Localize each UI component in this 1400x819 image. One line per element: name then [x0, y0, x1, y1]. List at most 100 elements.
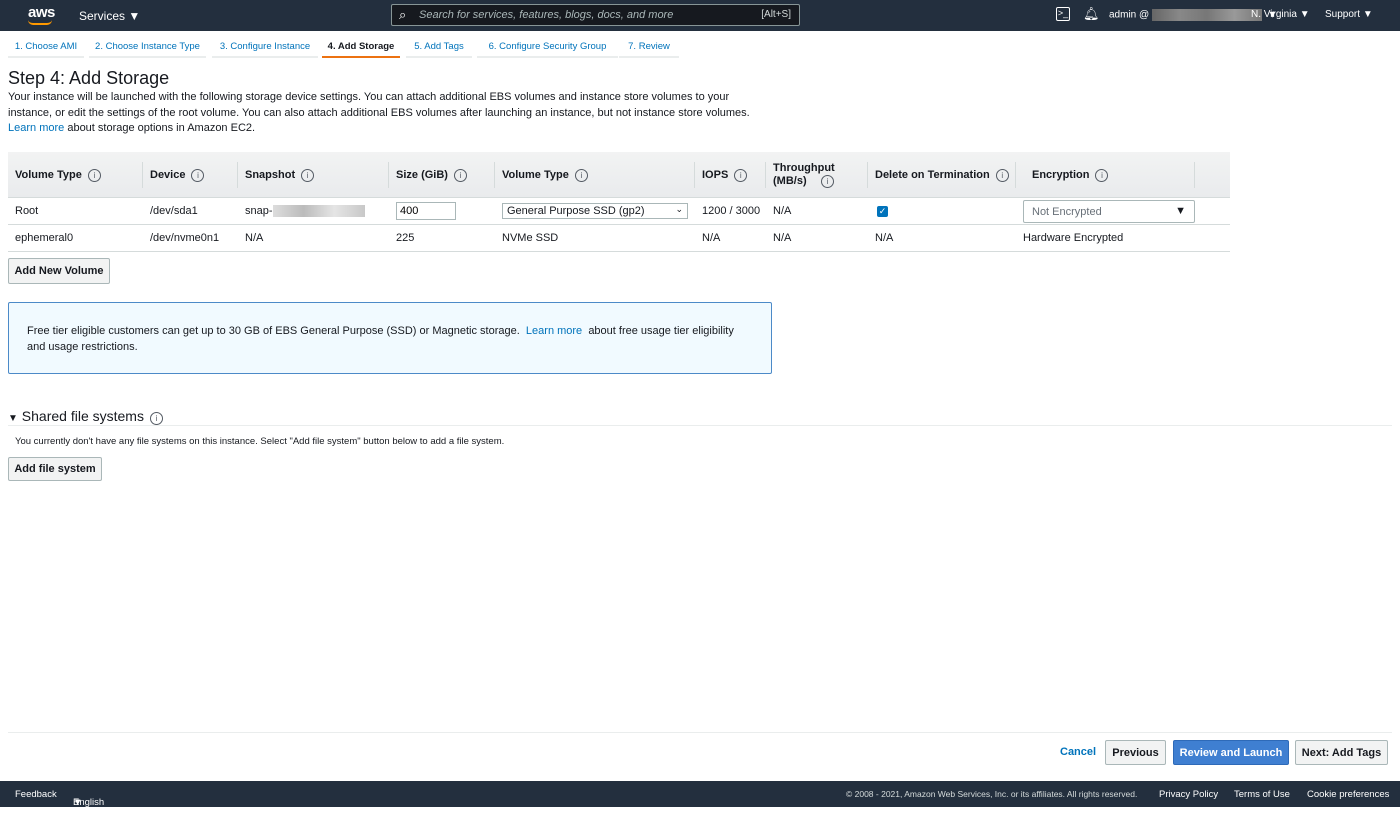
cell-volume-type: General Purpose SSD (gp2) ⌄	[495, 198, 688, 224]
encryption-select[interactable]: Not Encrypted ▼	[1023, 199, 1195, 223]
cancel-button[interactable]: Cancel	[1060, 746, 1096, 758]
col-iops: IOPS i	[695, 162, 766, 188]
page-title: Step 4: Add Storage	[8, 68, 170, 88]
tab-add-tags[interactable]: 5. Add Tags	[406, 36, 472, 58]
footer: Feedback English (US) ▼ © 2008 - 2021, A…	[0, 781, 1400, 819]
info-icon[interactable]: i	[1095, 168, 1109, 182]
next-add-tags-button[interactable]: Next: Add Tags	[1295, 740, 1388, 765]
review-and-launch-button[interactable]: Review and Launch	[1173, 740, 1289, 765]
cell-throughput: N/A	[773, 205, 792, 217]
col-throughput: Throughput (MB/s) i	[766, 162, 868, 188]
account-label: admin @	[1109, 9, 1150, 21]
search-placeholder: Search for services, features, blogs, do…	[419, 9, 674, 21]
add-file-system-button[interactable]: Add file system	[8, 457, 102, 481]
info-icon[interactable]: i	[453, 168, 467, 182]
volume-type-select[interactable]: General Purpose SSD (gp2) ⌄	[502, 203, 688, 219]
info-icon[interactable]: i	[87, 168, 101, 182]
info-icon[interactable]: i	[734, 168, 748, 182]
terms-of-use-link[interactable]: Terms of Use	[1234, 789, 1290, 800]
caret-down-icon: ▼	[1362, 9, 1373, 20]
cell-throughput: N/A	[773, 232, 792, 244]
cell-encryption: Not Encrypted ▼	[1016, 198, 1195, 224]
cell-iops: N/A	[702, 232, 721, 244]
caret-down-icon: ▼	[8, 413, 18, 424]
cell-device: /dev/nvme0n1	[150, 232, 220, 244]
cell-size: 225	[396, 232, 415, 244]
cell-delete-on-termination: ✓	[870, 198, 888, 224]
cell-snapshot: snap-	[238, 198, 365, 224]
info-icon[interactable]: i	[574, 168, 588, 182]
table-row: Root /dev/sda1 snap- General Purpose SSD…	[8, 198, 1230, 225]
cell-iops: 1200 / 3000	[702, 205, 761, 217]
add-new-volume-button[interactable]: Add New Volume	[8, 258, 110, 284]
tab-configure-security-group[interactable]: 6. Configure Security Group	[477, 36, 618, 58]
copyright-text: © 2008 - 2021, Amazon Web Services, Inc.…	[846, 789, 1138, 799]
col-device: Device i	[143, 162, 238, 188]
search-input[interactable]: ⌕ Search for services, features, blogs, …	[391, 4, 800, 26]
cell-type: Root	[15, 205, 39, 217]
col-encryption: Encryption i	[1016, 162, 1195, 188]
cell-delete-on-termination: N/A	[875, 232, 894, 244]
info-icon[interactable]: i	[301, 168, 315, 182]
cookie-preferences-link[interactable]: Cookie preferences	[1307, 789, 1389, 800]
free-tier-learn-more-link[interactable]: Learn more	[526, 325, 582, 337]
free-tier-notice: Free tier eligible customers can get up …	[8, 302, 772, 374]
shared-file-systems-text: You currently don't have any file system…	[15, 436, 505, 447]
table-header: Volume Type i Device i Snapshot i Size (GiB…	[8, 152, 1230, 198]
services-label: Services	[79, 9, 126, 23]
cell-snapshot: N/A	[245, 232, 264, 244]
search-icon: ⌕	[399, 7, 407, 22]
previous-button[interactable]: Previous	[1105, 740, 1166, 765]
size-input[interactable]	[396, 202, 456, 220]
cell-size	[389, 198, 456, 224]
storage-table: Volume Type i Device i Snapshot i Size (GiB…	[8, 152, 1230, 252]
divider	[8, 732, 1392, 733]
chevron-down-icon: ⌄	[675, 204, 683, 214]
caret-down-icon: ▼	[1299, 9, 1310, 20]
aws-logo-smile	[28, 20, 52, 25]
info-icon[interactable]: i	[149, 412, 163, 425]
privacy-policy-link[interactable]: Privacy Policy	[1159, 789, 1218, 800]
top-navigation-bar: aws Services ▼ ⌕ Search for services, fe…	[0, 0, 1400, 31]
col-volume-type: Volume Type i	[8, 162, 143, 188]
cell-device: /dev/sda1	[150, 205, 198, 217]
support-label: Support	[1325, 9, 1361, 20]
aws-logo[interactable]: aws	[28, 4, 55, 21]
col-size: Size (GiB) i	[389, 162, 495, 188]
tab-choose-ami[interactable]: 1. Choose AMI	[8, 36, 84, 58]
page-description: Your instance will be launched with the …	[8, 90, 768, 137]
tab-choose-instance-type[interactable]: 2. Choose Instance Type	[89, 36, 206, 58]
region-menu[interactable]: N. Virginia ▼	[1251, 9, 1310, 20]
search-shortcut: [Alt+S]	[761, 9, 791, 20]
tab-add-storage[interactable]: 4. Add Storage	[322, 36, 400, 58]
caret-down-icon: ▼	[128, 9, 141, 23]
info-icon[interactable]: i	[191, 168, 205, 182]
divider	[8, 425, 1392, 426]
caret-down-icon: ▼	[1175, 204, 1186, 217]
cell-volume-type: NVMe SSD	[502, 232, 559, 244]
cloudshell-icon[interactable]: >_	[1056, 7, 1070, 21]
cell-encryption: Hardware Encrypted	[1023, 232, 1124, 244]
col-snapshot: Snapshot i	[238, 162, 389, 188]
caret-down-icon: ▼	[73, 797, 83, 808]
region-label: N. Virginia	[1251, 9, 1297, 20]
learn-more-link[interactable]: Learn more	[8, 122, 64, 134]
tab-configure-instance[interactable]: 3. Configure Instance	[212, 36, 318, 58]
shared-file-systems-toggle[interactable]: ▼ Shared file systems i	[8, 408, 163, 425]
col-volume-type-2: Volume Type i	[495, 162, 695, 188]
info-icon[interactable]: i	[995, 168, 1009, 182]
bell-icon[interactable]: 🔔︎	[1083, 6, 1100, 22]
info-icon[interactable]: i	[821, 175, 834, 188]
tab-review[interactable]: 7. Review	[619, 36, 679, 58]
cell-type: ephemeral0	[15, 232, 74, 244]
section-title: Shared file systems	[21, 408, 144, 424]
support-menu[interactable]: Support ▼	[1325, 9, 1373, 20]
description-text: Your instance will be launched with the …	[8, 91, 750, 119]
feedback-link[interactable]: Feedback	[15, 789, 57, 800]
services-menu[interactable]: Services ▼	[79, 9, 140, 23]
table-row: ephemeral0 /dev/nvme0n1 N/A 225 NVMe SSD…	[8, 225, 1230, 252]
description-tail: about storage options in Amazon EC2.	[67, 122, 256, 134]
delete-on-termination-checkbox[interactable]: ✓	[877, 205, 888, 217]
redacted-account	[1151, 9, 1262, 21]
redacted-snapshot-id	[272, 205, 365, 217]
